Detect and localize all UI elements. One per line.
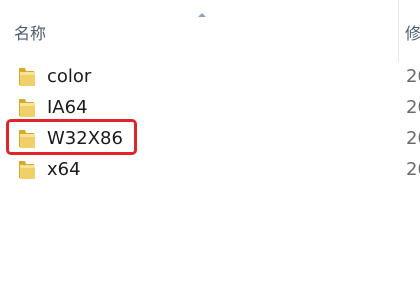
file-name: color: [47, 66, 92, 87]
file-row-x64[interactable]: x64 20: [0, 155, 420, 185]
file-date: 20: [406, 97, 420, 118]
folder-icon: [17, 96, 37, 120]
column-header-name[interactable]: 名称: [14, 20, 46, 44]
column-header-modified[interactable]: 修: [405, 20, 420, 44]
sort-ascending-icon: [198, 13, 206, 17]
file-date: 20: [406, 128, 420, 149]
file-date: 20: [406, 159, 420, 180]
column-divider[interactable]: [398, 0, 399, 62]
file-date: 20: [406, 66, 420, 87]
folder-icon: [17, 158, 37, 182]
folder-icon: [17, 65, 37, 89]
file-name: IA64: [47, 97, 88, 118]
file-row-color[interactable]: color 20: [0, 62, 420, 92]
highlight-box: [6, 119, 137, 155]
file-name: x64: [47, 159, 81, 180]
column-header: 名称 修: [0, 0, 420, 62]
